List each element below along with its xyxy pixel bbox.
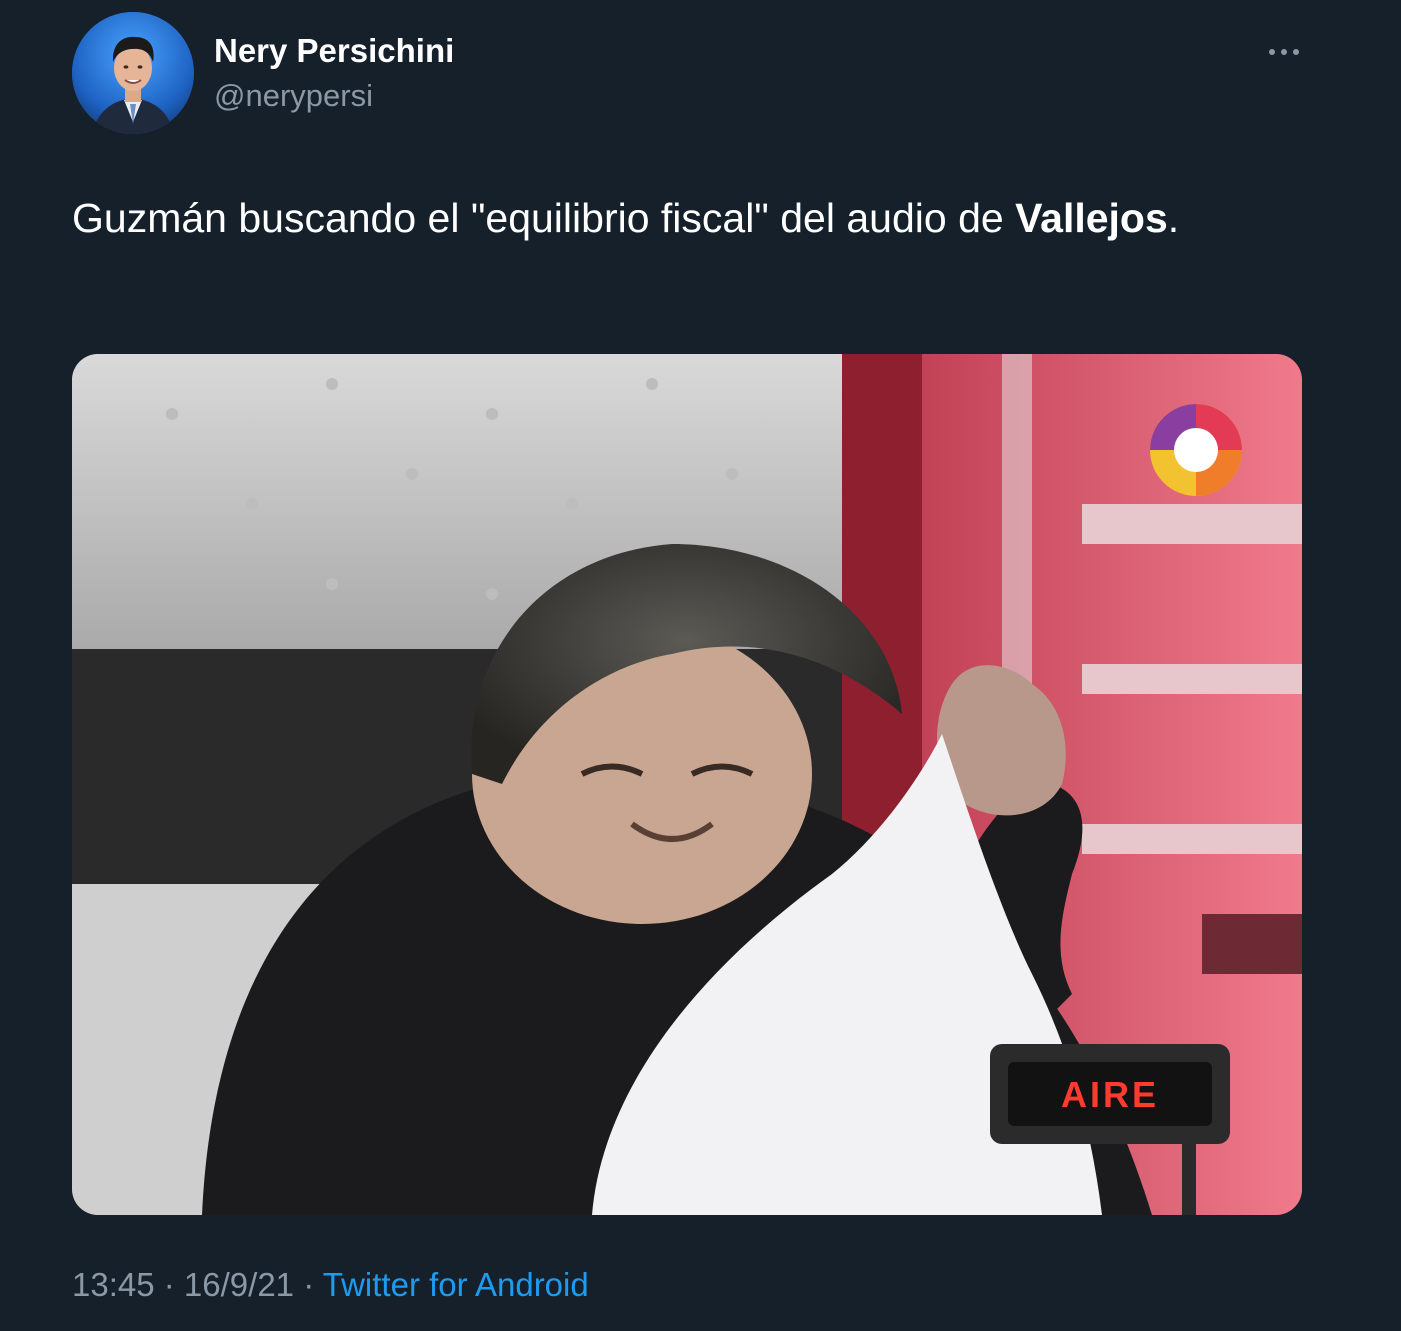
author-display-name[interactable]: Nery Persichini [214,32,454,70]
aire-sign-label: AIRE [1061,1074,1159,1115]
meta-separator: · [154,1266,184,1303]
tweet-text: Guzmán buscando el "equilibrio fiscal" d… [72,188,1312,249]
tweet-date[interactable]: 16/9/21 [184,1266,294,1303]
avatar-photo [72,12,194,134]
avatar[interactable] [72,12,194,134]
tweet-text-bold[interactable]: Vallejos [1015,195,1168,241]
tweet-source-link[interactable]: Twitter for Android [323,1266,589,1303]
meta-separator: · [294,1266,323,1303]
tweet-text-part2: . [1167,195,1180,241]
tweet-text-part1: Guzmán buscando el "equilibrio fiscal" d… [72,195,1016,241]
tweet-meta: 13:45 · 16/9/21 · Twitter for Android [72,1266,589,1304]
tweet-time[interactable]: 13:45 [72,1266,155,1303]
tweet: Nery Persichini @nerypersi Guzmán buscan… [0,0,1401,1331]
channel-logo [1150,404,1242,496]
more-options-button[interactable] [1262,32,1306,72]
tweet-media-image[interactable]: AIRE [72,354,1302,1215]
author-handle[interactable]: @nerypersi [214,78,373,114]
more-horizontal-icon [1269,49,1299,55]
media-photo: AIRE [72,354,1302,1215]
